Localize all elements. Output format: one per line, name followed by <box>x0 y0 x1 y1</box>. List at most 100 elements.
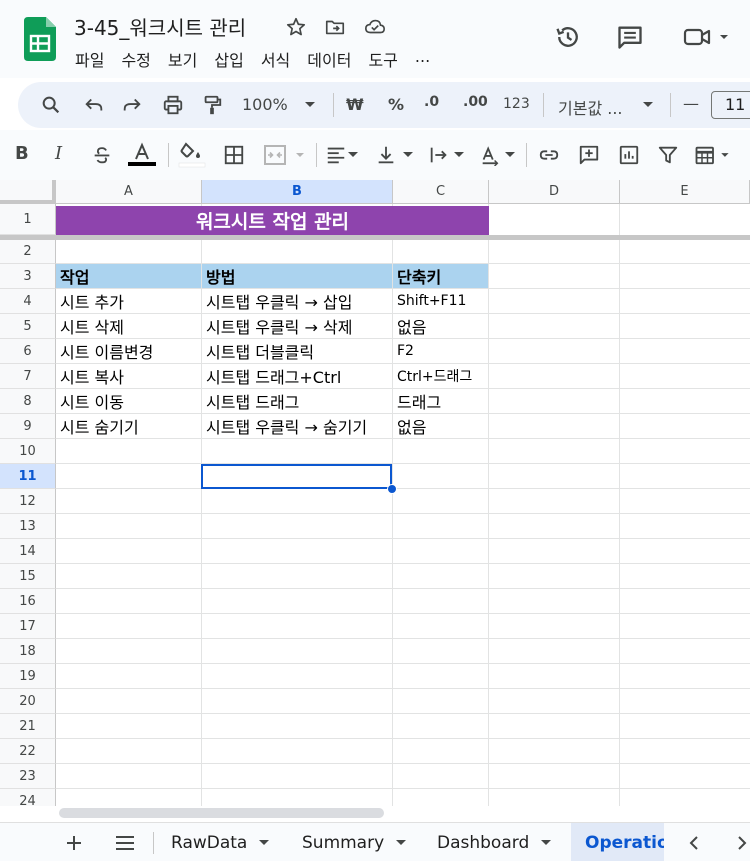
table-cell[interactable]: 시트탭 우클릭 → 삽입 <box>202 289 393 314</box>
menu-file[interactable]: 파일 <box>75 47 104 71</box>
sheet-title-cell[interactable]: 워크시트 작업 관리 <box>56 206 489 235</box>
row-header[interactable]: 20 <box>0 689 56 714</box>
currency-format-button[interactable]: ₩ <box>346 95 364 114</box>
row-header[interactable]: 19 <box>0 664 56 689</box>
column-header-a[interactable]: A <box>56 180 202 204</box>
text-wrapping-icon[interactable] <box>426 142 452 168</box>
filter-icon[interactable] <box>655 142 681 168</box>
row-header[interactable]: 7 <box>0 364 56 389</box>
frozen-row-divider[interactable] <box>0 235 750 240</box>
add-sheet-icon[interactable] <box>62 831 86 855</box>
chevron-down-icon[interactable] <box>541 840 552 845</box>
chevron-left-icon[interactable] <box>684 832 704 854</box>
table-cell[interactable]: 시트 복사 <box>56 364 202 389</box>
vertical-align-icon[interactable] <box>373 142 399 168</box>
star-icon[interactable] <box>283 14 309 40</box>
zoom-dropdown-icon[interactable] <box>303 100 317 110</box>
chevron-down-icon[interactable] <box>259 840 270 845</box>
print-icon[interactable] <box>159 92 187 118</box>
align-dropdown-icon[interactable] <box>347 150 359 160</box>
fill-color-icon[interactable] <box>178 140 206 170</box>
wrap-dropdown-icon[interactable] <box>453 150 465 160</box>
table-cell[interactable]: F2 <box>393 339 489 364</box>
row-header[interactable]: 17 <box>0 614 56 639</box>
decrease-decimal-button[interactable]: .0 <box>424 94 439 110</box>
sheets-logo-icon[interactable] <box>24 17 56 61</box>
font-dropdown-icon[interactable] <box>641 100 655 110</box>
table-cell[interactable]: 드래그 <box>393 389 489 414</box>
spreadsheet-grid[interactable]: A B C D E 1 2 3 4 5 6 7 8 9 10 11 12 13 … <box>0 180 750 806</box>
menu-data[interactable]: 데이터 <box>307 47 351 71</box>
row-header[interactable]: 23 <box>0 764 56 789</box>
row-header[interactable]: 5 <box>0 314 56 339</box>
table-cell[interactable]: 시트 이름변경 <box>56 339 202 364</box>
row-header[interactable]: 24 <box>0 789 56 806</box>
row-header[interactable]: 9 <box>0 414 56 439</box>
table-cell[interactable]: 시트 숨기기 <box>56 414 202 439</box>
table-cell[interactable]: 없음 <box>393 314 489 339</box>
strikethrough-icon[interactable] <box>89 143 115 167</box>
table-cell[interactable]: 시트 추가 <box>56 289 202 314</box>
horizontal-scrollbar-thumb[interactable] <box>59 808 384 818</box>
paint-format-icon[interactable] <box>199 92 225 118</box>
row-header[interactable]: 21 <box>0 714 56 739</box>
menu-tools[interactable]: 도구 <box>368 47 397 71</box>
header-cell-shortcut[interactable]: 단축키 <box>393 264 489 289</box>
row-header[interactable]: 10 <box>0 439 56 464</box>
header-cell-task[interactable]: 작업 <box>56 264 202 289</box>
version-history-icon[interactable] <box>553 22 583 52</box>
insert-link-icon[interactable] <box>536 142 562 168</box>
table-cell[interactable]: Shift+F11 <box>393 289 489 314</box>
valign-dropdown-icon[interactable] <box>402 150 414 160</box>
select-all-corner[interactable] <box>0 180 56 204</box>
borders-icon[interactable] <box>221 142 247 168</box>
menu-view[interactable]: 보기 <box>168 47 197 71</box>
more-formats-button[interactable]: 123 <box>503 96 530 112</box>
row-header[interactable]: 13 <box>0 514 56 539</box>
sheet-tab-operations[interactable]: Operatio <box>571 823 664 861</box>
column-header-c[interactable]: C <box>393 180 489 204</box>
sheet-tab-dashboard[interactable]: Dashboard <box>437 823 552 861</box>
row-header[interactable]: 2 <box>0 240 56 264</box>
merge-cells-icon[interactable] <box>262 142 308 168</box>
decrease-font-size-button[interactable]: — <box>683 94 699 113</box>
menu-format[interactable]: 서식 <box>261 47 290 71</box>
cloud-status-icon[interactable] <box>362 14 388 40</box>
sheet-tab-summary[interactable]: Summary <box>302 823 407 861</box>
column-header-d[interactable]: D <box>489 180 620 204</box>
horizontal-align-icon[interactable] <box>323 142 349 168</box>
column-header-b[interactable]: B <box>202 180 393 204</box>
active-cell-selection[interactable] <box>201 464 392 489</box>
table-cell[interactable]: 시트 이동 <box>56 389 202 414</box>
document-title[interactable]: 3-45_워크시트 관리 <box>74 12 246 41</box>
comments-icon[interactable] <box>615 22 645 52</box>
row-header[interactable]: 6 <box>0 339 56 364</box>
row-header[interactable]: 15 <box>0 564 56 589</box>
chevron-down-icon[interactable] <box>396 840 407 845</box>
row-header[interactable]: 14 <box>0 539 56 564</box>
menu-insert[interactable]: 삽입 <box>214 47 243 71</box>
insert-comment-icon[interactable] <box>576 142 602 168</box>
italic-icon[interactable]: I <box>55 143 62 164</box>
row-header[interactable]: 8 <box>0 389 56 414</box>
zoom-select[interactable]: 100% <box>242 95 288 114</box>
fill-handle[interactable] <box>387 484 397 494</box>
bold-icon[interactable]: B <box>15 143 29 164</box>
search-menus-icon[interactable] <box>38 92 64 118</box>
row-header[interactable]: 12 <box>0 489 56 514</box>
row-header[interactable]: 3 <box>0 264 56 289</box>
increase-decimal-button[interactable]: .00 <box>463 94 488 110</box>
table-cell[interactable]: 시트탭 더블클릭 <box>202 339 393 364</box>
text-rotation-icon[interactable] <box>477 142 503 168</box>
column-header-e[interactable]: E <box>620 180 750 204</box>
row-header[interactable]: 22 <box>0 739 56 764</box>
row-header[interactable]: 1 <box>0 204 56 235</box>
table-cell[interactable]: 시트탭 우클릭 → 숨기기 <box>202 414 393 439</box>
chevron-right-icon[interactable] <box>732 832 750 854</box>
text-color-icon[interactable] <box>127 140 157 170</box>
rotation-dropdown-icon[interactable] <box>504 150 516 160</box>
row-header[interactable]: 11 <box>0 464 56 489</box>
sheet-tab-rawdata[interactable]: RawData <box>171 823 270 861</box>
font-family-select[interactable]: 기본값 ... <box>558 95 623 119</box>
row-header[interactable]: 16 <box>0 589 56 614</box>
